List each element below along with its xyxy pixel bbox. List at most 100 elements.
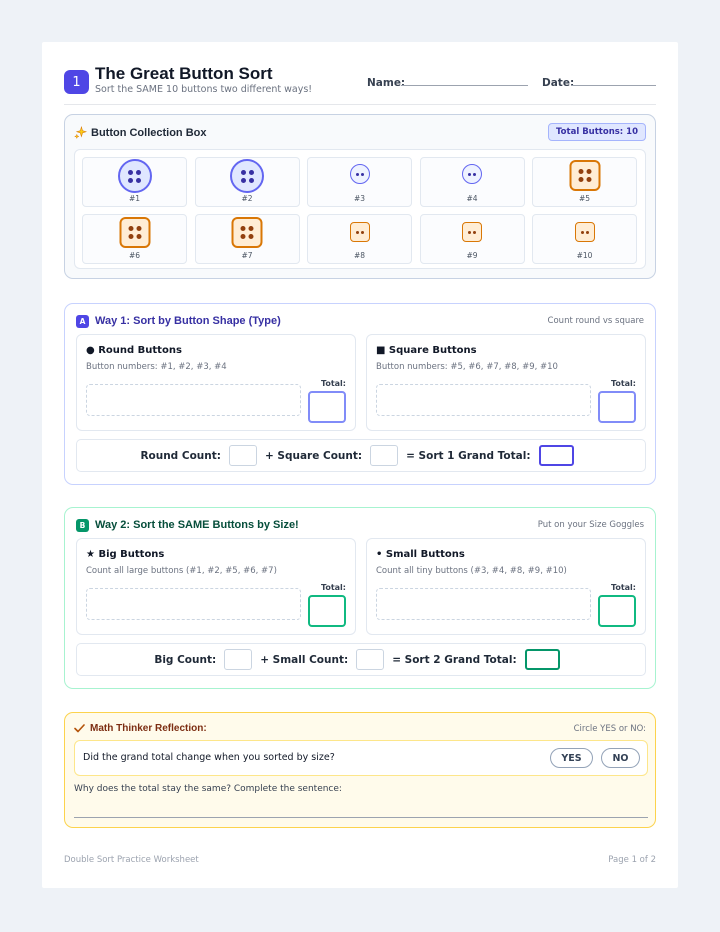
reflection-header: Math Thinker Reflection: (74, 723, 207, 734)
way1-section: A Way 1: Sort by Button Shape (Type) Cou… (64, 303, 656, 485)
square-count-label: + Square Count: (264, 449, 363, 462)
date-field[interactable] (571, 85, 656, 86)
square-big-button-icon (569, 160, 600, 191)
button-number-label: #10 (576, 251, 593, 260)
small-total-label: Total: (610, 583, 636, 592)
footer-worksheet-name: Double Sort Practice Worksheet (64, 855, 199, 865)
big-total-box[interactable] (308, 595, 346, 627)
button-card: #8 (307, 214, 412, 264)
big-total-label: Total: (320, 583, 346, 592)
square-small-button-icon (349, 222, 370, 242)
round-buttons-title: ● Round Buttons (86, 345, 182, 356)
button-number-label: #5 (578, 194, 591, 203)
small-buttons-work-area[interactable] (376, 588, 591, 620)
square-buttons-title: ■ Square Buttons (376, 345, 477, 356)
button-card: #2 (194, 157, 300, 207)
footer-page-number: Page 1 of 2 (608, 855, 656, 865)
square-big-button-icon (231, 217, 263, 248)
big-buttons-panel: ★ Big Buttons Count all large buttons (#… (76, 538, 356, 635)
way2-section: B Way 2: Sort the SAME Buttons by Size! … (64, 507, 656, 689)
button-card: #7 (194, 214, 300, 264)
sparkle-icon (74, 126, 87, 139)
way2-hint: Put on your Size Goggles (537, 520, 644, 530)
button-card: #10 (532, 214, 637, 264)
page-title: The Great Button Sort (95, 64, 273, 83)
small-buttons-panel: • Small Buttons Count all tiny buttons (… (366, 538, 646, 635)
button-grid: #1 #2 #3 #4 #5 #6 #7 #8 #9 #10 (74, 149, 646, 269)
sort1-total-label: = Sort 1 Grand Total: (406, 449, 531, 462)
way2-count-bar: Big Count: + Small Count: = Sort 2 Grand… (76, 643, 646, 676)
way2-title: Way 2: Sort the SAME Buttons by Size! (95, 519, 299, 531)
way1-hint: Count round vs square (547, 316, 644, 326)
reflection-title: Math Thinker Reflection: (90, 723, 207, 734)
small-total-box[interactable] (598, 595, 636, 627)
square-buttons-panel: ■ Square Buttons Button numbers: #5, #6,… (366, 334, 646, 431)
button-number-label: #9 (466, 251, 478, 260)
big-count-box[interactable] (224, 649, 253, 670)
sort2-grand-total-box[interactable] (524, 649, 560, 670)
square-big-button-icon (119, 217, 150, 248)
round-buttons-work-area[interactable] (86, 384, 301, 416)
total-buttons-badge: Total Buttons: 10 (548, 123, 646, 141)
button-collection-box: Button Collection Box Total Buttons: 10 … (64, 114, 656, 279)
button-number-label: #7 (241, 251, 253, 260)
round-count-box[interactable] (228, 445, 257, 466)
square-buttons-numbers: Button numbers: #5, #6, #7, #8, #9, #10 (376, 362, 558, 372)
button-number-label: #4 (466, 194, 478, 203)
small-buttons-title: • Small Buttons (376, 549, 465, 560)
no-option[interactable]: NO (601, 748, 640, 768)
reflection-box: Math Thinker Reflection: Circle YES or N… (64, 712, 656, 828)
date-label: Date: (542, 77, 575, 89)
page-subtitle: Sort the SAME 10 buttons two different w… (95, 84, 313, 95)
small-count-box[interactable] (356, 649, 385, 670)
button-card: #6 (82, 214, 187, 264)
small-count-label: + Small Count: (260, 653, 349, 666)
square-count-box[interactable] (370, 445, 399, 466)
round-big-button-icon (117, 159, 152, 193)
name-field[interactable] (401, 85, 528, 86)
big-buttons-title: ★ Big Buttons (86, 549, 165, 560)
square-total-box[interactable] (598, 391, 636, 423)
button-number-label: #8 (353, 251, 366, 260)
square-buttons-work-area[interactable] (376, 384, 591, 416)
round-buttons-panel: ● Round Buttons Button numbers: #1, #2, … (76, 334, 356, 431)
way2-tag: B (76, 519, 89, 532)
round-buttons-numbers: Button numbers: #1, #2, #3, #4 (86, 362, 227, 372)
sort1-grand-total-box[interactable] (538, 445, 574, 466)
button-card: #3 (307, 157, 412, 207)
button-number-label: #6 (128, 251, 141, 260)
small-buttons-numbers: Count all tiny buttons (#3, #4, #8, #9, … (376, 566, 567, 576)
worksheet-number-badge: 1 (64, 70, 89, 94)
reflection-hint: Circle YES or NO: (573, 724, 646, 734)
big-count-label: Big Count: (154, 653, 217, 666)
reflection-answer-line[interactable] (74, 817, 648, 818)
header-divider (64, 104, 656, 105)
button-card: #5 (532, 157, 637, 207)
worksheet-page: 1 The Great Button Sort Sort the SAME 10… (42, 42, 678, 888)
reflection-question-box: Did the grand total change when you sort… (74, 740, 648, 776)
round-total-label: Total: (320, 379, 346, 388)
square-small-button-icon (462, 222, 482, 242)
big-buttons-numbers: Count all large buttons (#1, #2, #5, #6,… (86, 566, 277, 576)
round-small-button-icon (349, 164, 370, 184)
collection-title: Button Collection Box (91, 126, 207, 139)
button-number-label: #1 (128, 194, 141, 203)
square-small-button-icon (574, 222, 595, 242)
checkmark-icon (74, 724, 85, 733)
square-total-label: Total: (610, 379, 636, 388)
big-buttons-work-area[interactable] (86, 588, 301, 620)
button-card: #9 (419, 214, 525, 264)
collection-header: Button Collection Box (74, 126, 207, 139)
round-big-button-icon (230, 159, 264, 193)
way1-tag: A (76, 315, 89, 328)
way1-title: Way 1: Sort by Button Shape (Type) (95, 315, 281, 327)
sort2-total-label: = Sort 2 Grand Total: (392, 653, 517, 666)
button-number-label: #3 (353, 194, 366, 203)
yes-option[interactable]: YES (550, 748, 593, 768)
name-label: Name: (367, 77, 406, 89)
reflection-prompt: Why does the total stay the same? Comple… (74, 784, 342, 794)
button-card: #1 (82, 157, 187, 207)
round-total-box[interactable] (308, 391, 346, 423)
button-number-label: #2 (241, 194, 253, 203)
reflection-question: Did the grand total change when you sort… (83, 752, 335, 763)
